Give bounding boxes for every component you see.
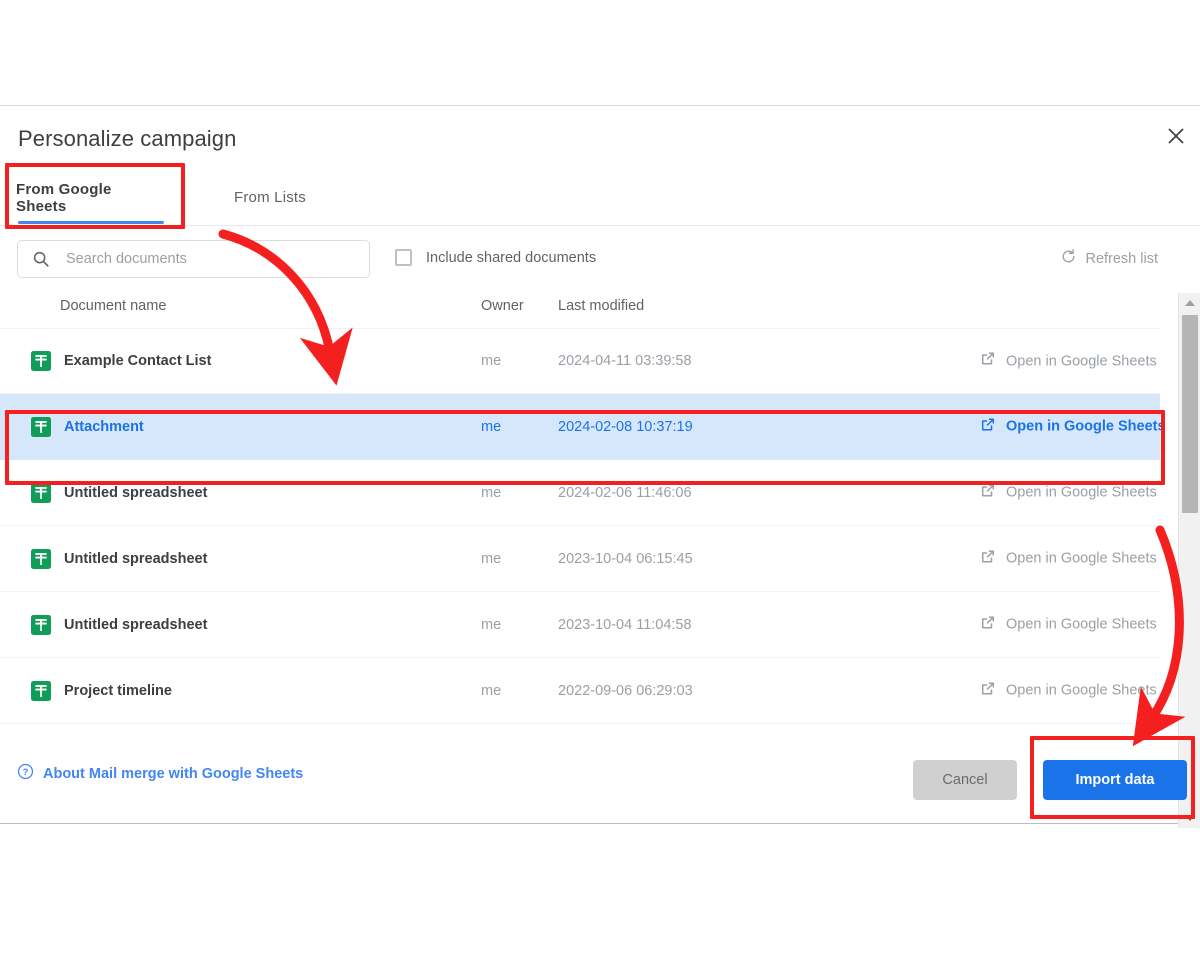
google-sheets-icon bbox=[30, 614, 52, 636]
scrollbar-thumb[interactable] bbox=[1182, 315, 1198, 513]
open-in-google-sheets-label: Open in Google Sheets bbox=[1006, 484, 1157, 501]
external-link-icon bbox=[980, 482, 996, 503]
cancel-button[interactable]: Cancel bbox=[913, 760, 1017, 800]
help-circle-icon: ? bbox=[17, 763, 34, 785]
external-link-icon bbox=[980, 680, 996, 701]
tab-label: From Google Sheets bbox=[16, 180, 112, 215]
google-sheets-icon bbox=[30, 680, 52, 702]
screen: Personalize campaign From Google Sheets … bbox=[0, 0, 1200, 960]
external-link-icon bbox=[980, 548, 996, 569]
import-data-button[interactable]: Import data bbox=[1043, 760, 1187, 800]
open-in-google-sheets-link[interactable]: Open in Google Sheets bbox=[980, 416, 1166, 437]
row-owner: me bbox=[481, 484, 502, 501]
svg-text:?: ? bbox=[23, 767, 29, 777]
refresh-list-label: Refresh list bbox=[1085, 251, 1158, 267]
table-row[interactable]: Untitled spreadsheet me 2023-10-04 06:15:4… bbox=[0, 526, 1160, 592]
google-sheets-icon bbox=[30, 416, 52, 438]
row-owner: me bbox=[481, 682, 502, 699]
table-row[interactable]: Untitled spreadsheet me 2024-02-06 11:46:0… bbox=[0, 460, 1160, 526]
row-owner: me bbox=[481, 418, 502, 435]
row-document-name: Project timeline bbox=[64, 682, 172, 699]
close-icon bbox=[1166, 126, 1186, 146]
open-in-google-sheets-link[interactable]: Open in Google Sheets bbox=[980, 614, 1157, 635]
row-document-name: Untitled spreadsheet bbox=[64, 550, 208, 567]
open-in-google-sheets-label: Open in Google Sheets bbox=[1006, 616, 1157, 633]
external-link-icon bbox=[980, 351, 996, 372]
include-shared-documents-checkbox[interactable]: Include shared documents bbox=[395, 249, 596, 266]
about-mail-merge-label: About Mail merge with Google Sheets bbox=[43, 766, 304, 782]
open-in-google-sheets-link[interactable]: Open in Google Sheets bbox=[980, 680, 1157, 701]
open-in-google-sheets-label: Open in Google Sheets bbox=[1006, 550, 1157, 567]
open-in-google-sheets-link[interactable]: Open in Google Sheets bbox=[980, 351, 1157, 372]
column-header-last-modified: Last modified bbox=[558, 298, 645, 314]
dialog-header: Personalize campaign bbox=[0, 106, 1200, 169]
open-in-google-sheets-link[interactable]: Open in Google Sheets bbox=[980, 482, 1157, 503]
google-sheets-icon bbox=[30, 548, 52, 570]
open-in-google-sheets-label: Open in Google Sheets bbox=[1006, 353, 1157, 369]
tab-label: From Lists bbox=[233, 189, 306, 206]
dialog-footer: ? About Mail merge with Google Sheets Ca… bbox=[0, 737, 1200, 823]
tab-bar: From Google Sheets From Lists bbox=[0, 169, 1200, 226]
refresh-icon bbox=[1060, 248, 1077, 270]
row-document-name: Untitled spreadsheet bbox=[64, 484, 208, 501]
tab-from-google-sheets[interactable]: From Google Sheets bbox=[10, 169, 170, 226]
row-last-modified: 2024-02-08 10:37:19 bbox=[558, 418, 693, 435]
search-box[interactable] bbox=[17, 240, 370, 278]
row-owner: me bbox=[481, 550, 502, 567]
document-list: Example Contact List me 2024-04-11 03:39:5… bbox=[0, 328, 1166, 739]
open-in-google-sheets-link[interactable]: Open in Google Sheets bbox=[980, 548, 1157, 569]
external-link-icon bbox=[980, 416, 996, 437]
table-row[interactable]: Project timeline me 2022-09-06 06:29:03 Ope… bbox=[0, 658, 1160, 724]
about-mail-merge-link[interactable]: ? About Mail merge with Google Sheets bbox=[17, 763, 303, 785]
row-document-name: Untitled spreadsheet bbox=[64, 616, 208, 633]
scroll-up-arrow-icon[interactable] bbox=[1179, 293, 1200, 313]
tab-active-indicator bbox=[18, 221, 164, 224]
open-in-google-sheets-label: Open in Google Sheets bbox=[1006, 418, 1166, 435]
row-last-modified: 2024-04-11 03:39:58 bbox=[558, 353, 692, 369]
search-icon bbox=[32, 250, 50, 268]
open-in-google-sheets-label: Open in Google Sheets bbox=[1006, 682, 1157, 699]
google-sheets-icon bbox=[30, 482, 52, 504]
row-document-name: Attachment bbox=[64, 418, 144, 435]
tab-from-lists[interactable]: From Lists bbox=[210, 169, 330, 226]
row-owner: me bbox=[481, 616, 502, 633]
row-last-modified: 2024-02-06 11:46:06 bbox=[558, 484, 692, 501]
google-sheets-icon bbox=[30, 350, 52, 372]
row-document-name: Example Contact List bbox=[64, 353, 212, 369]
external-link-icon bbox=[980, 614, 996, 635]
row-last-modified: 2023-10-04 06:15:45 bbox=[558, 550, 693, 567]
personalize-campaign-dialog: Personalize campaign From Google Sheets … bbox=[0, 105, 1200, 828]
table-row[interactable]: Example Contact List me 2024-04-11 03:39:5… bbox=[0, 328, 1160, 394]
table-row[interactable]: Untitled spreadsheet me 2023-10-04 11:04:5… bbox=[0, 592, 1160, 658]
page-title: Personalize campaign bbox=[18, 126, 237, 151]
row-last-modified: 2023-10-04 11:04:58 bbox=[558, 616, 692, 633]
toolbar: Include shared documents Refresh list bbox=[0, 226, 1200, 288]
row-last-modified: 2022-09-06 06:29:03 bbox=[558, 682, 693, 699]
include-shared-documents-label: Include shared documents bbox=[426, 249, 597, 266]
table-header: Document name Owner Last modified bbox=[0, 288, 1200, 328]
column-header-owner: Owner bbox=[481, 298, 524, 314]
close-button[interactable] bbox=[1158, 118, 1194, 154]
search-input[interactable] bbox=[64, 250, 324, 268]
table-row[interactable]: Attachment me 2024-02-08 10:37:19 Open in G… bbox=[0, 394, 1166, 460]
checkbox-box[interactable] bbox=[395, 249, 412, 266]
refresh-list-button[interactable]: Refresh list bbox=[1060, 248, 1158, 270]
column-header-document-name: Document name bbox=[60, 298, 167, 314]
row-owner: me bbox=[481, 353, 502, 369]
